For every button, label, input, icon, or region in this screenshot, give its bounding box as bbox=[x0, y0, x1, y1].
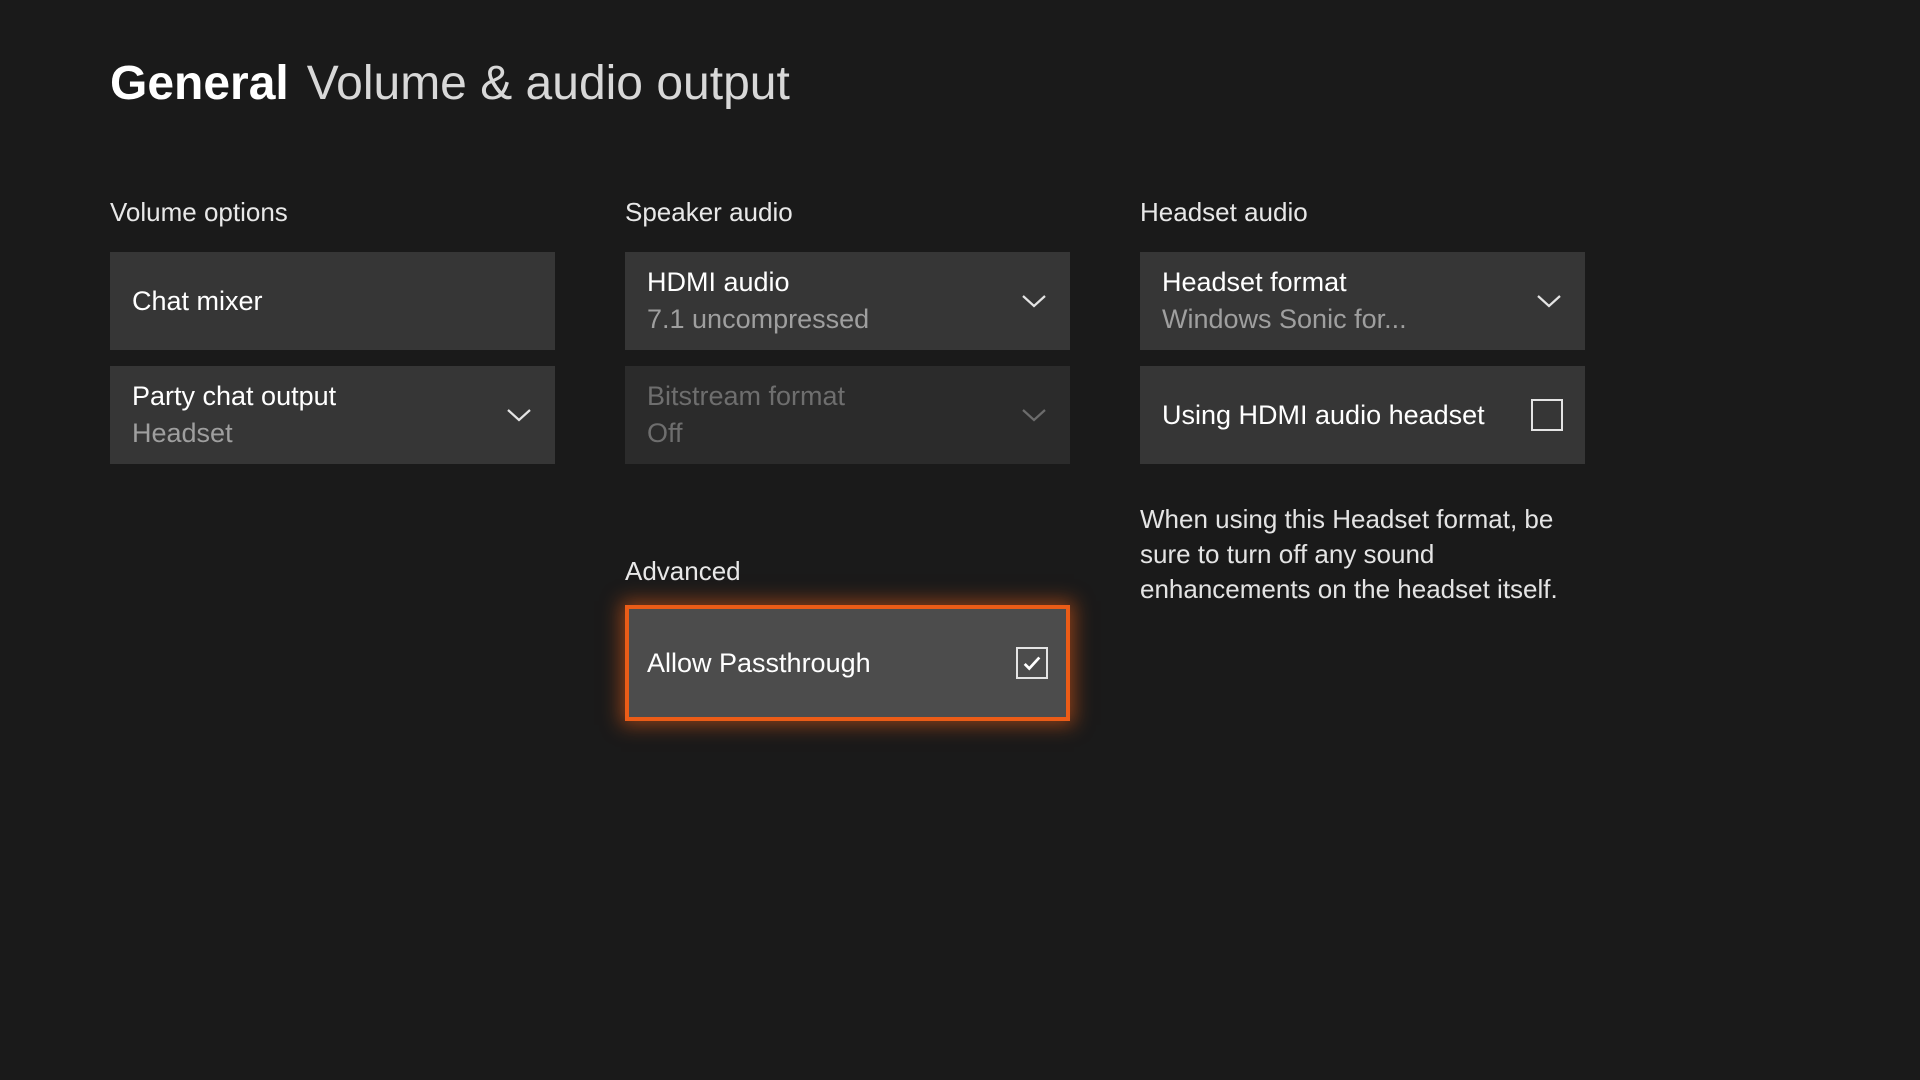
headset-format-label: Headset format bbox=[1162, 267, 1407, 298]
headset-help-text: When using this Headset format, be sure … bbox=[1140, 502, 1585, 607]
headset-format-value: Windows Sonic for... bbox=[1162, 304, 1407, 335]
hdmi-audio-value: 7.1 uncompressed bbox=[647, 304, 869, 335]
party-chat-output-dropdown[interactable]: Party chat output Headset bbox=[110, 366, 555, 464]
section-title-headset-audio: Headset audio bbox=[1140, 197, 1585, 228]
chevron-down-icon bbox=[1535, 287, 1563, 315]
page-title: Volume & audio output bbox=[307, 56, 790, 111]
bitstream-format-label: Bitstream format bbox=[647, 381, 845, 412]
bitstream-format-dropdown: Bitstream format Off bbox=[625, 366, 1070, 464]
using-hdmi-audio-headset-checkbox[interactable]: Using HDMI audio headset bbox=[1140, 366, 1585, 464]
chat-mixer-label: Chat mixer bbox=[132, 286, 263, 317]
columns: Volume options Chat mixer Party chat out… bbox=[110, 197, 1810, 737]
chevron-down-icon bbox=[1020, 287, 1048, 315]
allow-passthrough-label: Allow Passthrough bbox=[647, 648, 871, 679]
column-headset-audio: Headset audio Headset format Windows Son… bbox=[1140, 197, 1585, 737]
allow-passthrough-checkbox[interactable]: Allow Passthrough bbox=[625, 605, 1070, 721]
section-title-volume-options: Volume options bbox=[110, 197, 555, 228]
column-volume-options: Volume options Chat mixer Party chat out… bbox=[110, 197, 555, 737]
bitstream-format-value: Off bbox=[647, 418, 845, 449]
hdmi-audio-label: HDMI audio bbox=[647, 267, 869, 298]
breadcrumb-section: General bbox=[110, 56, 289, 111]
using-hdmi-audio-headset-label: Using HDMI audio headset bbox=[1162, 400, 1485, 431]
chevron-down-icon bbox=[505, 401, 533, 429]
breadcrumb: General Volume & audio output bbox=[110, 56, 1810, 111]
checkbox-unchecked-icon bbox=[1531, 399, 1563, 431]
checkbox-checked-icon bbox=[1016, 647, 1048, 679]
section-title-speaker-audio: Speaker audio bbox=[625, 197, 1070, 228]
section-title-advanced: Advanced bbox=[625, 556, 1070, 587]
chat-mixer-button[interactable]: Chat mixer bbox=[110, 252, 555, 350]
party-chat-output-value: Headset bbox=[132, 418, 336, 449]
hdmi-audio-dropdown[interactable]: HDMI audio 7.1 uncompressed bbox=[625, 252, 1070, 350]
party-chat-output-label: Party chat output bbox=[132, 381, 336, 412]
headset-format-dropdown[interactable]: Headset format Windows Sonic for... bbox=[1140, 252, 1585, 350]
settings-page: General Volume & audio output Volume opt… bbox=[0, 0, 1920, 793]
column-speaker-audio: Speaker audio HDMI audio 7.1 uncompresse… bbox=[625, 197, 1070, 737]
chevron-down-icon bbox=[1020, 401, 1048, 429]
